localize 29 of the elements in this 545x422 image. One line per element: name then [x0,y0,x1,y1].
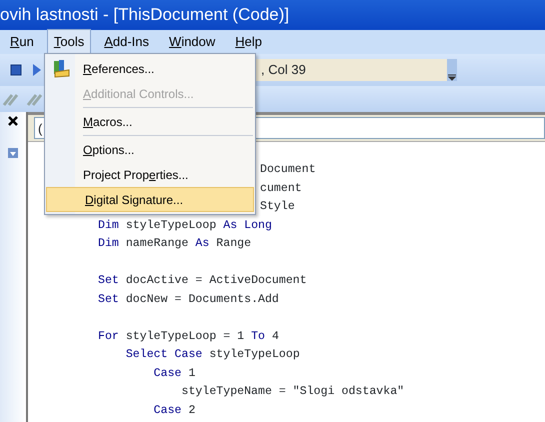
code-line: Dim nameRange As Range [98,236,252,252]
code-line: Select Case styleTypeLoop [124,347,301,363]
code-line: For styleTypeLoop = 1 To 4 [98,328,280,344]
books-icon [51,58,71,78]
window-title: ovih lastnosti - [ThisDocument (Code)] [0,0,545,30]
menu-item[interactable]: References... [45,56,255,81]
code-line: cument [260,180,302,196]
menu-item[interactable]: Help [228,29,270,55]
code-line: Set docActive = ActiveDocument [98,273,308,289]
code-line: styleTypeName = "Slogi odstavka" [180,384,406,400]
menu-item[interactable]: Add-Ins [97,29,156,55]
design-mode-icon[interactable] [32,62,42,78]
menu-item[interactable]: Project Properties... [45,162,255,187]
menu-item[interactable]: Options... [45,137,255,162]
code-line: Case 1 [152,366,196,382]
close-icon[interactable] [8,116,18,126]
code-line: Case 2 [152,402,196,418]
menu-item[interactable]: Digital Signature... [46,187,254,212]
toolbar-options-button[interactable] [447,59,457,81]
code-line: Style [260,199,295,215]
code-line: Set docNew = Documents.Add [98,292,280,308]
menu-item[interactable]: Window [162,29,222,55]
code-line: Dim styleTypeLoop As Long [98,218,273,234]
position-field: , Col 39 [255,59,447,81]
menu-item[interactable]: Run [3,29,41,55]
code-line: Document [260,162,316,178]
caret-icon [448,73,456,81]
menu-item[interactable]: Tools [46,29,92,55]
stop-icon[interactable] [10,64,22,76]
